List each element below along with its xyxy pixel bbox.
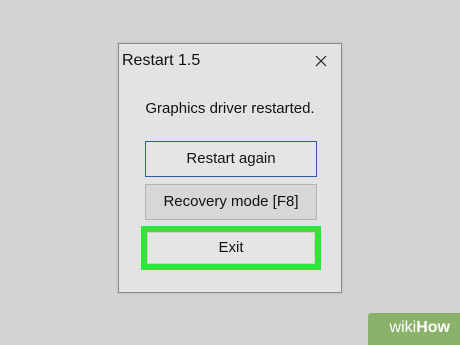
status-message: Graphics driver restarted. bbox=[145, 100, 315, 117]
watermark-text: wikiHow bbox=[390, 319, 450, 337]
watermark-wiki: wiki bbox=[389, 319, 417, 336]
dialog-title: Restart 1.5 bbox=[122, 52, 201, 69]
close-icon bbox=[315, 55, 327, 67]
close-button[interactable] bbox=[307, 47, 335, 75]
watermark-how: How bbox=[416, 319, 450, 336]
exit-button[interactable]: Exit bbox=[147, 232, 315, 264]
restart-dialog: Restart 1.5 Graphics driver restarted. R… bbox=[118, 43, 342, 293]
restart-again-button[interactable]: Restart again bbox=[145, 141, 317, 177]
dialog-titlebar: Restart 1.5 bbox=[119, 44, 341, 78]
wikihow-watermark: wikiHow bbox=[368, 313, 460, 345]
recovery-mode-button[interactable]: Recovery mode [F8] bbox=[145, 184, 317, 220]
